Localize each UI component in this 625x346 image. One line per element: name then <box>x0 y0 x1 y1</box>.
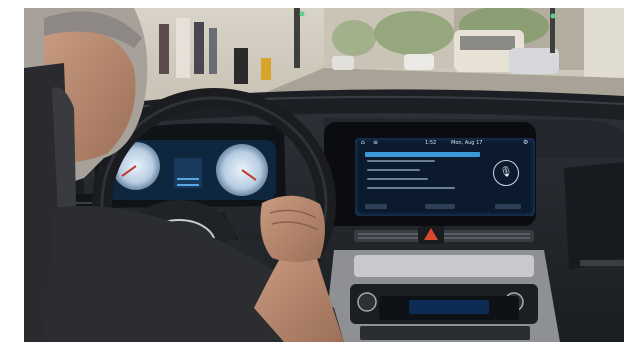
screen-button[interactable] <box>425 204 455 209</box>
voice-prompt-bar <box>365 152 480 157</box>
list-item[interactable] <box>367 169 420 171</box>
infotainment-screen[interactable]: ⌂ ≡ 1:52 Mon, Aug 17 ⚙ 🎙 <box>355 138 535 216</box>
screen-date: Mon, Aug 17 <box>451 140 483 146</box>
screen-button-row <box>365 204 525 210</box>
voice-command-list <box>367 160 477 196</box>
screen-button[interactable] <box>365 204 387 209</box>
settings-icon[interactable]: ⚙ <box>523 139 528 146</box>
screen-button[interactable] <box>495 204 521 209</box>
climate-display <box>409 300 489 314</box>
screen-status-bar: ⌂ ≡ 1:52 Mon, Aug 17 ⚙ <box>355 138 535 148</box>
list-item[interactable] <box>367 187 455 189</box>
home-icon[interactable]: ⌂ <box>361 139 365 146</box>
microphone-icon[interactable]: 🎙 <box>493 160 519 186</box>
climate-control-panel <box>379 296 519 320</box>
screen-time: 1:52 <box>425 140 437 146</box>
left-knob <box>357 292 377 312</box>
dashboard-photo: H ⌂ ≡ 1:52 Mon, Aug 17 ⚙ 🎙 <box>24 8 624 342</box>
hydrant <box>261 58 271 80</box>
list-item[interactable] <box>367 160 436 162</box>
back-icon[interactable]: ≡ <box>373 139 378 146</box>
list-item[interactable] <box>367 178 428 180</box>
